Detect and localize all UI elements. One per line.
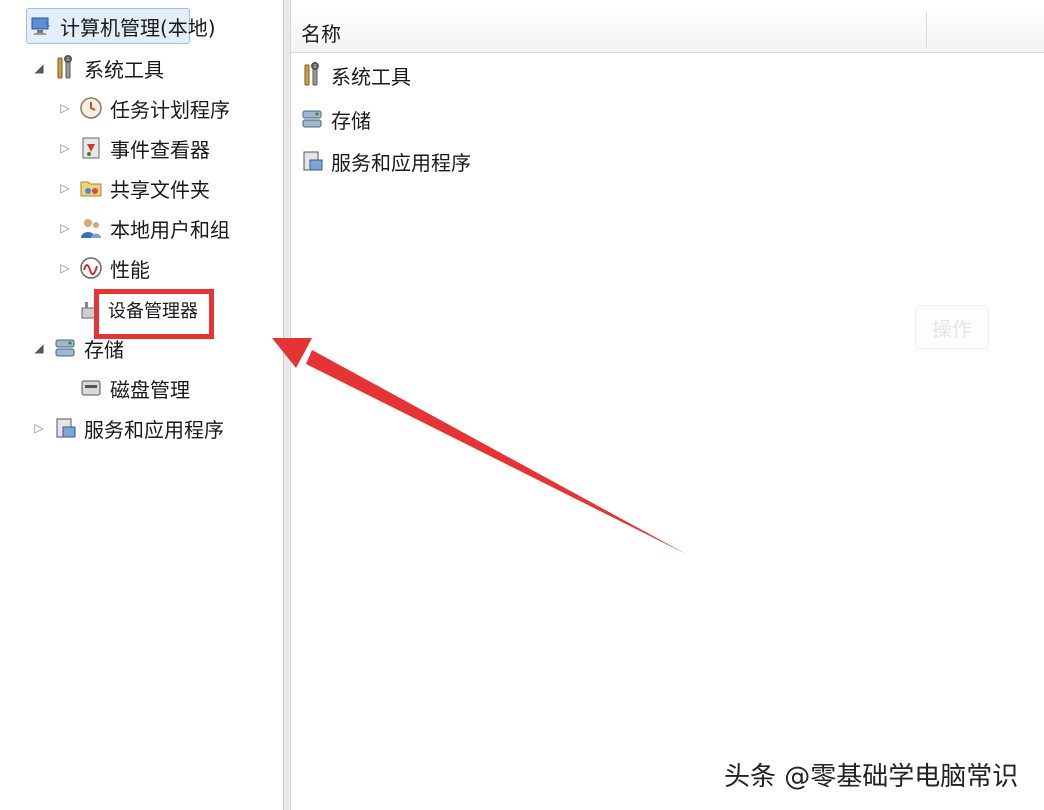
tree-item-disk-management[interactable]: 磁盘管理	[78, 370, 190, 406]
collapsed-arrow-icon[interactable]: ▷	[32, 421, 46, 435]
expanded-arrow-icon[interactable]: ◢	[32, 61, 46, 75]
tree-item-system-tools[interactable]: ◢ 系统工具	[32, 50, 164, 86]
tree-item-label: 设备管理器	[108, 301, 198, 322]
tree-item-label: 系统工具	[84, 57, 164, 82]
tree-item-local-users-groups[interactable]: ▷ 本地用户和组	[58, 210, 230, 246]
performance-icon	[78, 255, 104, 281]
services-icon	[299, 148, 325, 174]
expanded-arrow-icon[interactable]: ◢	[32, 341, 46, 355]
tree-item-label: 存储	[84, 337, 124, 362]
tools-icon	[52, 55, 78, 81]
collapsed-arrow-icon[interactable]: ▷	[58, 261, 72, 275]
tree-item-label: 磁盘管理	[110, 377, 190, 402]
list-item-label: 存储	[331, 108, 371, 133]
list-header: 名称	[291, 8, 1044, 53]
tree-item-shared-folders[interactable]: ▷ 共享文件夹	[58, 170, 210, 206]
event-viewer-icon	[78, 135, 104, 161]
services-icon	[52, 415, 78, 441]
pane-splitter[interactable]	[283, 0, 291, 810]
shared-folder-icon	[78, 175, 104, 201]
console-tree: 计算机管理(本地) ◢ 系统工具 ▷ 任务计划程序 ▷ 事件查看器 ▷ 共享文件…	[0, 0, 283, 810]
tree-item-storage[interactable]: ◢ 存储	[32, 330, 124, 366]
tree-item-services-apps[interactable]: ▷ 服务和应用程序	[32, 410, 224, 446]
list-item-storage[interactable]: 存储	[299, 102, 371, 136]
tree-item-performance[interactable]: ▷ 性能	[58, 250, 150, 286]
list-item-services-apps[interactable]: 服务和应用程序	[299, 144, 471, 178]
tree-root-computer-management[interactable]: 计算机管理(本地)	[28, 8, 216, 44]
disk-icon	[78, 375, 104, 401]
column-separator[interactable]	[926, 12, 927, 48]
storage-icon	[52, 335, 78, 361]
collapsed-arrow-icon[interactable]: ▷	[58, 181, 72, 195]
tree-item-event-viewer[interactable]: ▷ 事件查看器	[58, 130, 210, 166]
list-item-label: 系统工具	[331, 64, 411, 89]
tree-item-label: 共享文件夹	[110, 177, 210, 202]
collapsed-arrow-icon[interactable]: ▷	[58, 101, 72, 115]
list-item-label: 服务和应用程序	[331, 150, 471, 175]
tree-item-label: 事件查看器	[110, 137, 210, 162]
tree-item-label: 本地用户和组	[110, 217, 230, 242]
users-icon	[78, 215, 104, 241]
tree-item-task-scheduler[interactable]: ▷ 任务计划程序	[58, 90, 230, 126]
collapsed-arrow-icon[interactable]: ▷	[58, 141, 72, 155]
clock-icon	[78, 95, 104, 121]
tree-root-label: 计算机管理(本地)	[60, 15, 216, 40]
storage-icon	[299, 106, 325, 132]
list-item-system-tools[interactable]: 系统工具	[299, 58, 411, 92]
tools-icon	[299, 62, 325, 88]
tree-item-label: 任务计划程序	[110, 97, 230, 122]
details-pane: 名称 系统工具 存储 服务和应用程序	[291, 0, 1044, 810]
column-header-name[interactable]: 名称	[301, 18, 341, 47]
tree-item-device-manager[interactable]: 设备管理器	[108, 296, 198, 324]
computer-management-icon	[28, 13, 54, 39]
tree-item-label: 服务和应用程序	[84, 417, 224, 442]
tree-item-label: 性能	[110, 257, 150, 282]
watermark: 头条 @零基础学电脑常识	[724, 762, 1019, 792]
collapsed-arrow-icon[interactable]: ▷	[58, 221, 72, 235]
faded-action-button: 操作	[915, 305, 989, 349]
